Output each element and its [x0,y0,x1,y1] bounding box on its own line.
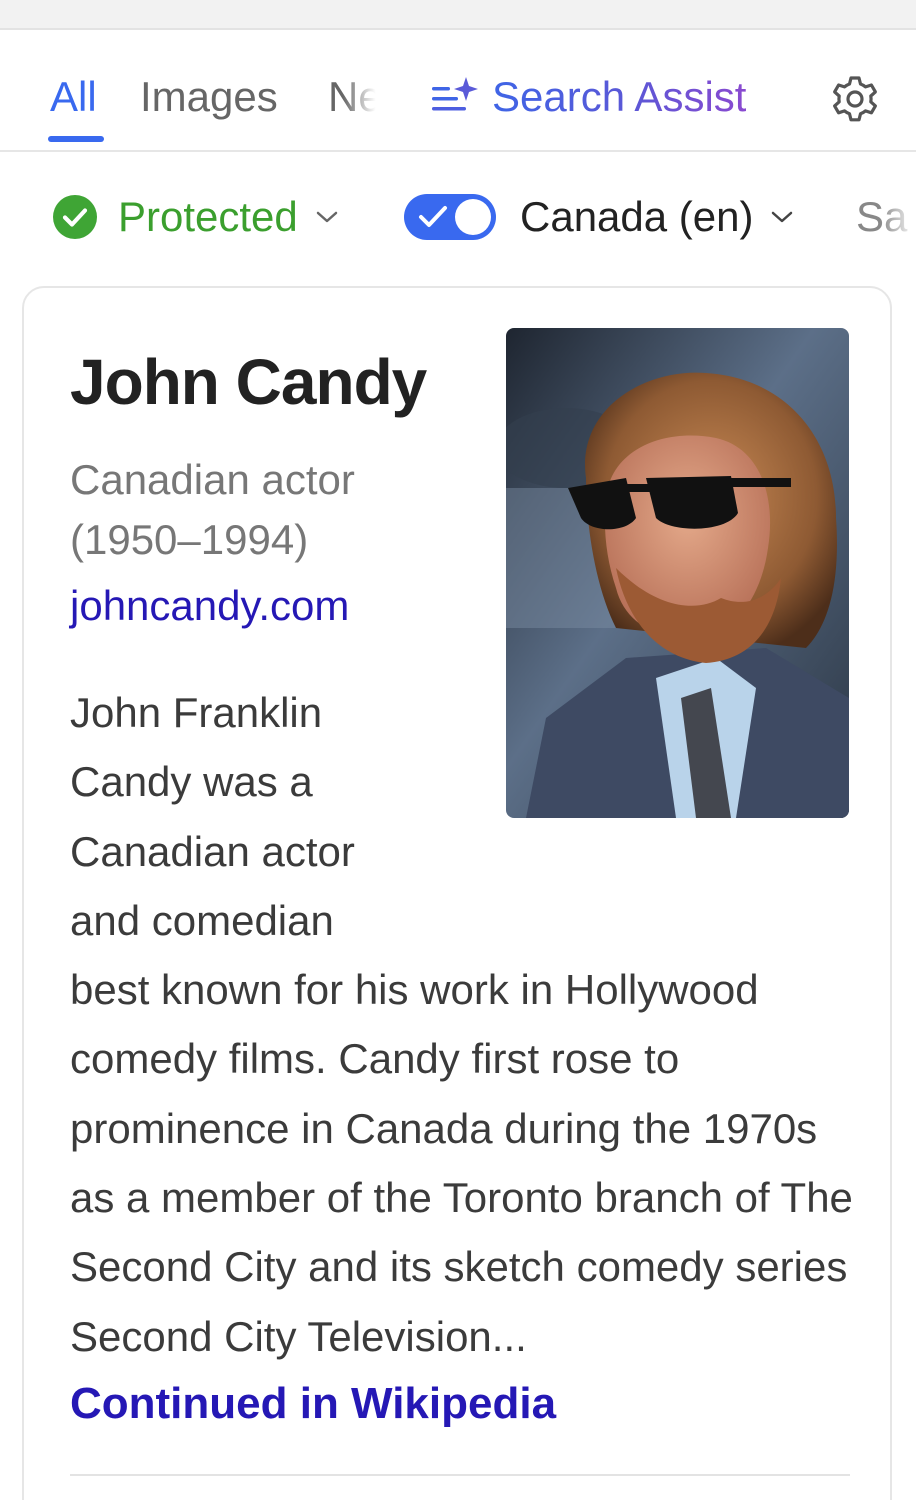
browser-top-strip [0,0,916,30]
next-filter-dropdown[interactable]: Sa [856,192,916,242]
chevron-down-icon [772,211,793,223]
entity-website-link[interactable]: johncandy.com [70,576,349,636]
entity-description: John Franklin Candy was a Canadian actor… [70,678,860,1371]
tab-all[interactable]: All [50,72,97,122]
search-assist-label: Search Assist [492,73,747,120]
sparkle-list-icon [432,77,478,111]
tab-news[interactable]: Ne [328,72,378,122]
photo-wrap-spacer [390,678,860,888]
entity-subtitle: Canadian actor (1950–1994) [70,456,355,563]
entity-title: John Candy [70,346,427,418]
tab-images[interactable]: Images [140,72,278,122]
search-filters: Protected Canada (en) Sa [0,152,916,280]
toggle-knob [455,199,491,235]
safe-search-label: Protected [118,193,298,240]
divider [70,1474,850,1476]
tab-search-assist[interactable]: Search Assist [430,72,746,122]
check-circle-icon [53,195,97,239]
search-tabs: All Images Ne Search Assist [0,30,916,152]
region-dropdown[interactable]: Canada (en) [520,192,793,242]
chevron-down-icon [316,211,338,223]
region-toggle[interactable] [404,194,496,240]
gear-icon[interactable] [830,74,880,124]
knowledge-panel: John Candy Canadian actor (1950–1994) jo… [22,286,892,1500]
wikipedia-link[interactable]: Continued in Wikipedia [70,1374,556,1434]
safe-search-dropdown[interactable]: Protected [52,192,338,242]
check-icon [419,206,447,227]
region-label: Canada (en) [520,193,754,240]
active-tab-indicator [48,136,104,142]
search-results-page: All Images Ne Search Assist Protected Ca… [0,0,916,1500]
